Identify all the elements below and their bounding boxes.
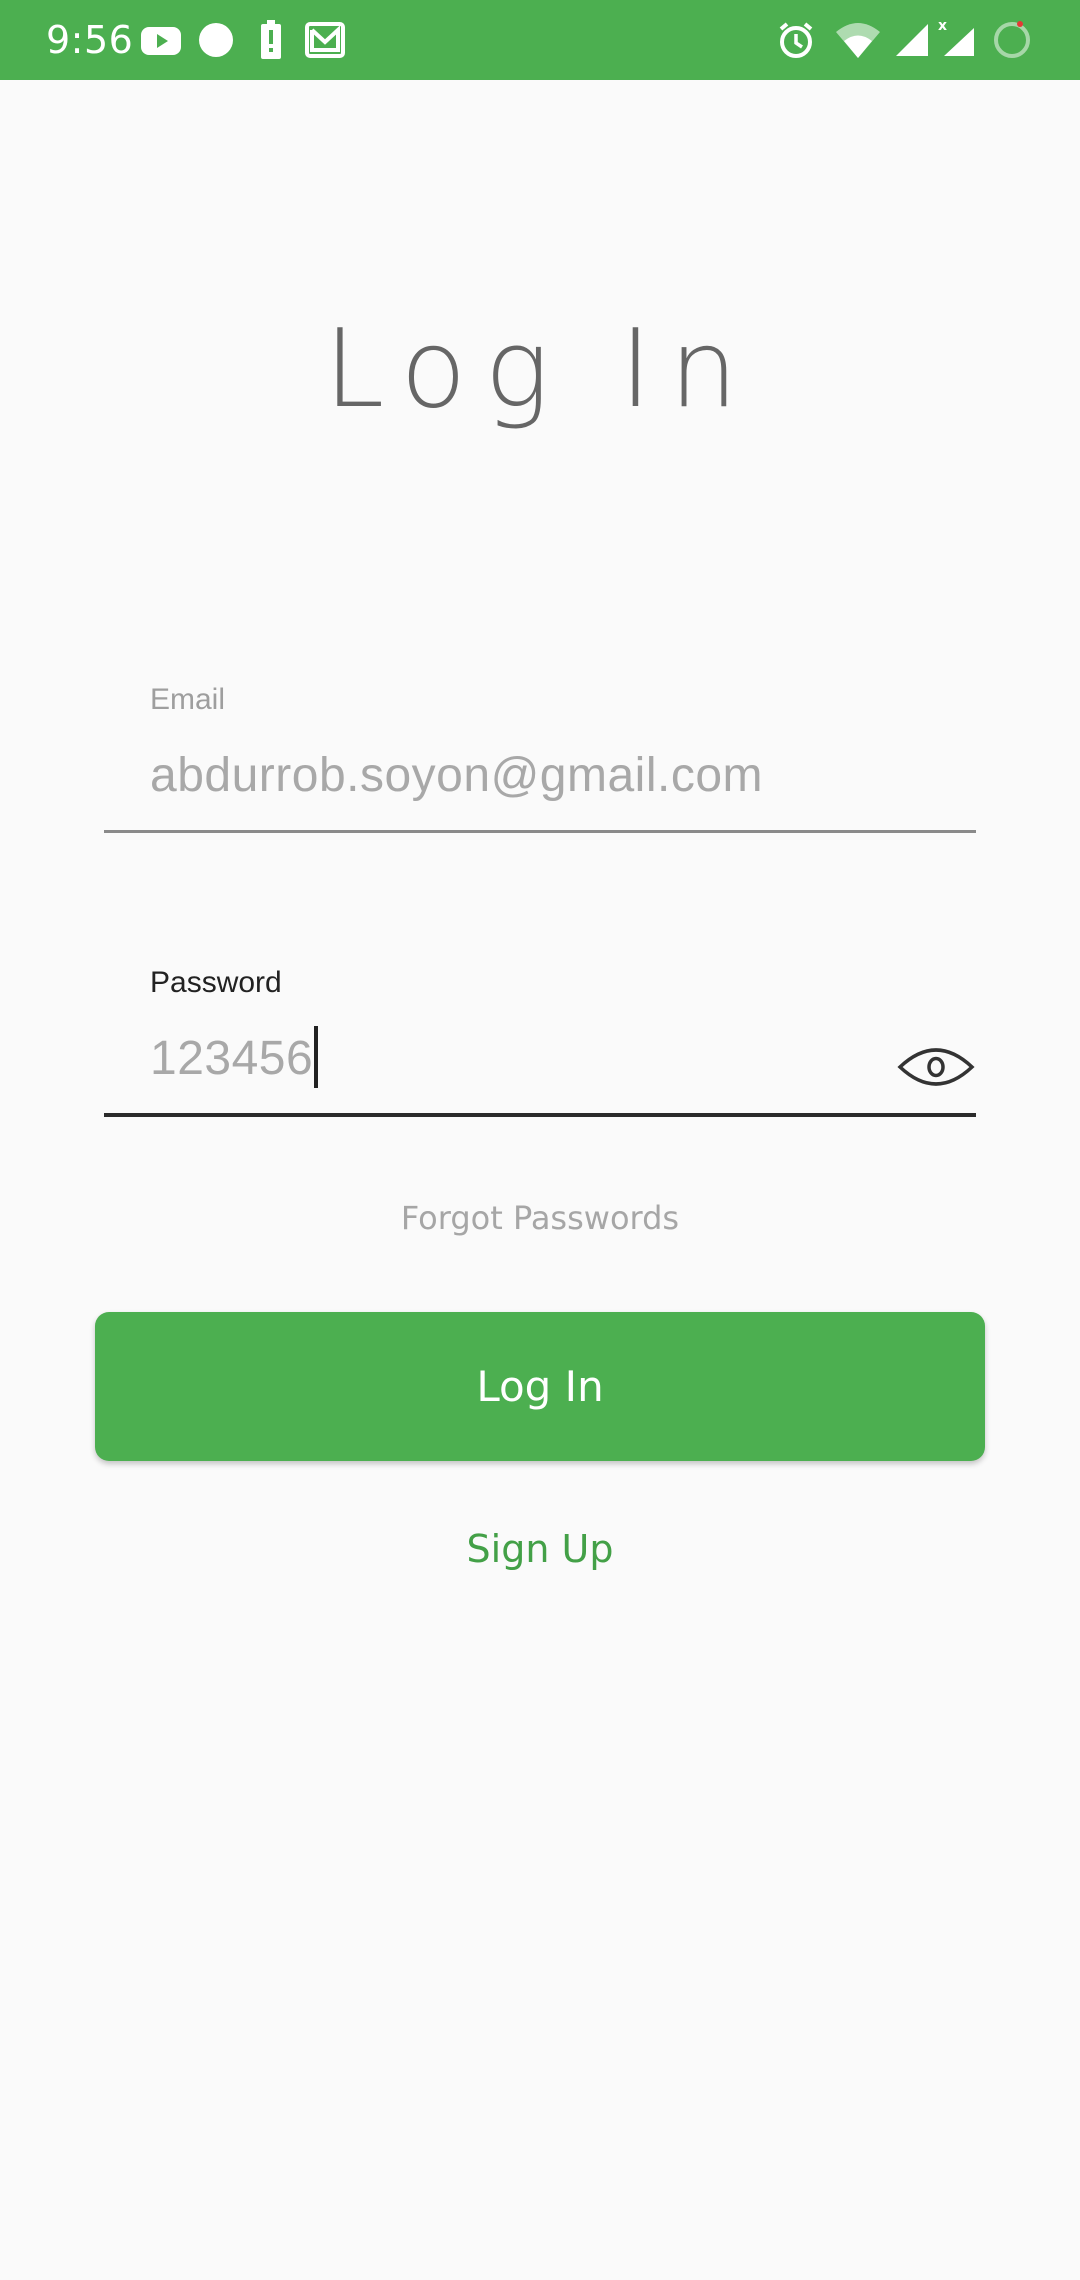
login-screen: 9:56 x Log In Email abdurrob.soyon@gmail…	[0, 0, 1080, 2280]
login-button[interactable]: Log In	[95, 1312, 985, 1461]
page-title: Log In	[324, 307, 756, 432]
status-bar: 9:56 x	[0, 0, 1080, 80]
forgot-password-link[interactable]: Forgot Passwords	[0, 1196, 1080, 1240]
text-cursor	[314, 1026, 319, 1089]
svg-text:x: x	[938, 18, 947, 34]
status-time: 9:56	[46, 18, 134, 62]
gmail-icon	[304, 18, 346, 62]
alarm-icon	[776, 18, 816, 62]
signal-icon	[892, 18, 932, 62]
password-label: Password	[150, 966, 282, 999]
eye-icon[interactable]	[896, 1039, 976, 1095]
email-underline	[104, 830, 976, 833]
wifi-icon	[834, 18, 882, 62]
email-input[interactable]: abdurrob.soyon@gmail.com	[150, 746, 763, 806]
password-input[interactable]: 123456	[150, 1026, 319, 1092]
battery-alert-icon	[256, 18, 286, 62]
password-value: 123456	[150, 1032, 314, 1085]
youtube-icon	[140, 18, 182, 62]
password-underline	[104, 1113, 976, 1117]
circle-notification-icon	[196, 18, 236, 62]
password-field[interactable]: Password 123456	[104, 963, 976, 1123]
loading-ring-icon	[990, 18, 1034, 62]
email-field[interactable]: Email abdurrob.soyon@gmail.com	[104, 680, 976, 840]
signup-link[interactable]: Sign Up	[0, 1524, 1080, 1574]
signal-no-data-icon: x	[938, 18, 978, 62]
email-label: Email	[150, 683, 226, 716]
